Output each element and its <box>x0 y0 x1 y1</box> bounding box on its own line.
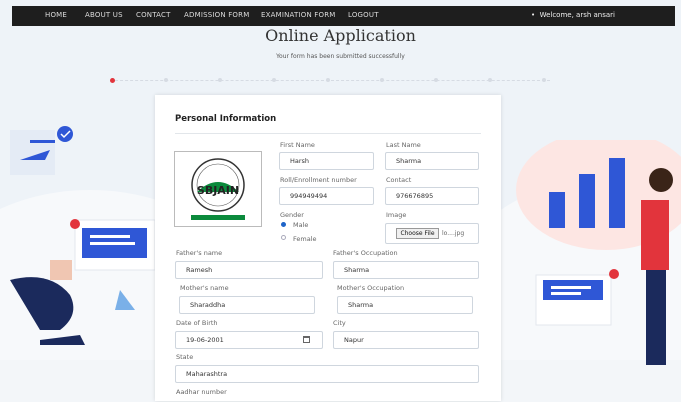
right-illustration <box>516 140 681 365</box>
city-label: City <box>333 319 346 327</box>
top-navbar: HOME ABOUT US CONTACT ADMISSION FORM EXA… <box>12 6 675 26</box>
father-name-input[interactable]: Ramesh <box>175 261 323 279</box>
calendar-icon[interactable] <box>303 336 310 343</box>
institute-logo: SBJAIN <box>174 151 262 227</box>
step-dot-6 <box>380 78 384 82</box>
logo-text: SBJAIN <box>196 184 240 197</box>
first-name-input[interactable]: Harsh <box>279 152 374 170</box>
chosen-filename: lo....jpg <box>442 230 465 237</box>
dob-input[interactable]: 19-06-2001 <box>175 331 323 349</box>
step-dot-5 <box>326 78 330 82</box>
step-dot-9 <box>542 78 546 82</box>
bullet-icon: • <box>530 11 536 19</box>
city-input[interactable]: Napur <box>333 331 479 349</box>
aadhar-label: Aadhar number <box>176 388 227 396</box>
section-title: Personal Information <box>175 114 277 124</box>
nav-logout[interactable]: LOGOUT <box>348 11 379 19</box>
page-title: Online Application <box>265 26 416 45</box>
gender-label: Gender <box>280 211 304 219</box>
welcome-text: • Welcome, arsh ansari <box>531 11 615 19</box>
roll-number-label: Roll/Enrollment number <box>280 176 357 184</box>
mother-name-label: Mother's name <box>180 284 229 292</box>
roll-number-input[interactable]: 994949494 <box>279 187 374 205</box>
nav-examination-form[interactable]: EXAMINATION FORM <box>261 11 336 19</box>
gender-male-label: Male <box>293 221 309 229</box>
last-name-label: Last Name <box>386 141 421 149</box>
mother-name-input[interactable]: Sharaddha <box>179 296 315 314</box>
step-dot-3 <box>218 78 222 82</box>
father-name-label: Father's name <box>176 249 223 257</box>
state-label: State <box>176 353 194 361</box>
contact-label: Contact <box>386 176 412 184</box>
first-name-label: First Name <box>280 141 315 149</box>
state-input[interactable]: Maharashtra <box>175 365 479 383</box>
nav-contact[interactable]: CONTACT <box>136 11 171 19</box>
gender-female-radio[interactable] <box>281 235 286 240</box>
mother-occupation-label: Mother's Occupation <box>337 284 405 292</box>
step-dot-2 <box>164 78 168 82</box>
choose-file-button[interactable]: Choose File <box>396 228 439 239</box>
father-occupation-label: Father's Occupation <box>333 249 398 257</box>
nav-home[interactable]: HOME <box>45 11 67 19</box>
welcome-label: Welcome, arsh ansari <box>539 11 615 19</box>
step-dot-1 <box>110 77 115 83</box>
last-name-input[interactable]: Sharma <box>385 152 479 170</box>
nav-admission-form[interactable]: ADMISSION FORM <box>184 11 249 19</box>
step-dot-4 <box>272 78 276 82</box>
step-dot-8 <box>488 78 492 82</box>
stepper-line <box>110 79 550 81</box>
image-label: Image <box>386 211 407 219</box>
progress-stepper <box>110 77 550 83</box>
nav-about-us[interactable]: ABOUT US <box>85 11 123 19</box>
step-dot-7 <box>434 78 438 82</box>
application-form-card: Personal Information SBJAIN First Name L… <box>155 95 501 401</box>
gender-male-radio[interactable] <box>281 222 286 227</box>
mother-occupation-input[interactable]: Sharma <box>337 296 473 314</box>
left-illustration <box>10 126 156 345</box>
gender-female-label: Female <box>293 235 317 243</box>
section-divider <box>175 133 481 134</box>
dob-label: Date of Birth <box>176 319 218 327</box>
father-occupation-input[interactable]: Sharma <box>333 261 479 279</box>
success-message: Your form has been submitted successfull… <box>276 53 405 60</box>
contact-input[interactable]: 976676895 <box>385 187 479 205</box>
